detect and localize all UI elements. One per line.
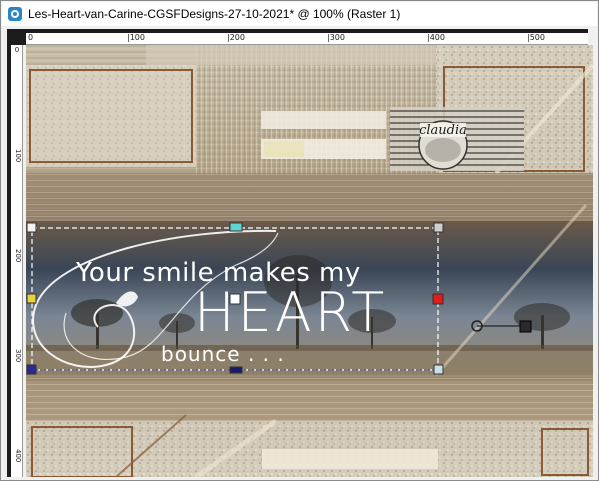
- ruler-label-500: |500: [527, 33, 545, 42]
- horizontal-ruler[interactable]: 0 |100 |200 |300 |400 |500: [26, 29, 588, 45]
- ruler-label-0: 0: [28, 33, 34, 42]
- vruler-label-300: 300: [14, 349, 22, 363]
- vertical-ruler[interactable]: 0 100 200 300 400: [7, 45, 23, 477]
- title-bar[interactable]: Les-Heart-van-Carine-CGSFDesigns-27-10-2…: [2, 2, 597, 26]
- window-title: Les-Heart-van-Carine-CGSFDesigns-27-10-2…: [28, 7, 401, 21]
- image-canvas[interactable]: claudia Your smile makes my HEART bounce…: [26, 45, 593, 477]
- rotation-handle: [519, 320, 532, 333]
- image-window: Les-Heart-van-Carine-CGSFDesigns-27-10-2…: [0, 0, 599, 481]
- ruler-label-100: |100: [127, 33, 145, 42]
- ruler-label-300: |300: [327, 33, 345, 42]
- vruler-label-200: 200: [14, 249, 22, 263]
- vruler-label-100: 100: [14, 149, 22, 163]
- text-heart: HEART: [194, 281, 388, 344]
- text-bounce: bounce . . .: [161, 342, 285, 366]
- vruler-label-400: 400: [14, 449, 22, 463]
- vruler-label-0: 0: [14, 46, 20, 54]
- signature-stamp: [390, 107, 524, 171]
- ruler-label-400: |400: [427, 33, 445, 42]
- paintshop-icon: [8, 7, 22, 21]
- ruler-corner: [7, 29, 26, 45]
- signature-text: claudia: [419, 123, 467, 138]
- ruler-label-200: |200: [227, 33, 245, 42]
